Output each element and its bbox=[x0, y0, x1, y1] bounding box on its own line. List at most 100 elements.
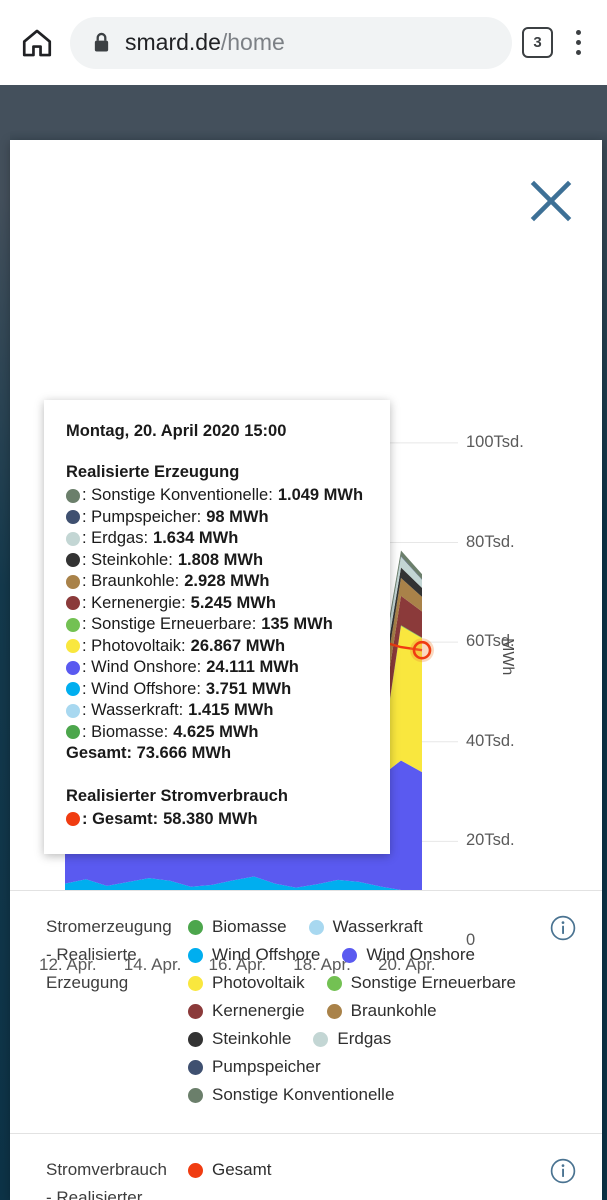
tooltip-row-value: 1.415 MWh bbox=[188, 701, 274, 719]
tooltip-total-value: 73.666 MWh bbox=[136, 744, 232, 762]
tooltip-generation-row: : Photovoltaik: 26.867 MWh bbox=[66, 636, 370, 658]
overflow-menu-icon[interactable] bbox=[563, 23, 593, 63]
tooltip-series-dot bbox=[66, 574, 80, 589]
tooltip-generation-section: Realisierte Erzeugung : Sonstige Konvent… bbox=[66, 463, 370, 765]
tooltip-consumption-title: Realisierter Stromverbrauch bbox=[66, 786, 288, 805]
tooltip-series-dot bbox=[66, 725, 80, 740]
tooltip-row-label: Pumpspeicher: bbox=[91, 507, 202, 526]
legend-entry[interactable]: Braunkohle bbox=[326, 1001, 437, 1021]
y-axis-title: MWh bbox=[499, 638, 516, 676]
tooltip-generation-rows: : Sonstige Konventionelle: 1.049 MWh: Pum… bbox=[66, 485, 370, 743]
legend-entry[interactable]: Kernenergie bbox=[188, 1001, 305, 1021]
tooltip-row-colon: : bbox=[82, 722, 92, 741]
tooltip-generation-row: : Steinkohle: 1.808 MWh bbox=[66, 550, 370, 572]
tooltip-row-colon: : bbox=[82, 658, 92, 676]
legend-color-dot bbox=[188, 1162, 203, 1178]
tooltip-generation-title: Realisierte Erzeugung bbox=[66, 463, 240, 481]
legend-label: Biomasse bbox=[212, 917, 287, 936]
tooltip-row-label: Braunkohle: bbox=[91, 572, 180, 590]
y-tick-label: 40Tsd. bbox=[466, 731, 515, 750]
info-icon[interactable] bbox=[550, 1158, 576, 1184]
tooltip-generation-row: : Erdgas: 1.634 MWh bbox=[66, 528, 370, 550]
tooltip-row-label: Photovoltaik: bbox=[91, 636, 186, 655]
tooltip-row-label: Wind Onshore: bbox=[91, 658, 202, 676]
tooltip-row-value: 1.634 MWh bbox=[153, 529, 239, 547]
tooltip-series-dot bbox=[66, 639, 80, 654]
legend-color-dot bbox=[326, 975, 342, 991]
tooltip-row-colon: : bbox=[82, 529, 92, 547]
legend-line: Wind Offshore Wind Onshore bbox=[188, 941, 576, 969]
tooltip-row-label: Wasserkraft: bbox=[91, 701, 184, 719]
legend-color-dot bbox=[188, 1003, 203, 1019]
legend-color-dot bbox=[188, 1059, 203, 1075]
tooltip-generation-row: : Kernenergie: 5.245 MWh bbox=[66, 593, 370, 615]
tooltip-row-value: 1.808 MWh bbox=[177, 550, 264, 569]
legend-entry[interactable]: Gesamt bbox=[188, 1160, 272, 1180]
legend-color-dot bbox=[188, 919, 203, 935]
tab-counter-button[interactable]: 3 bbox=[522, 27, 553, 58]
tooltip-row-colon: : bbox=[82, 486, 92, 504]
legend-entry[interactable]: Wind Offshore bbox=[188, 945, 320, 965]
tooltip-row-label: Erdgas: bbox=[91, 529, 149, 547]
tooltip-series-dot bbox=[66, 510, 80, 525]
legend-title-line: Stromverbrauch bbox=[46, 1160, 167, 1179]
tooltip-row-value: 2.928 MWh bbox=[184, 572, 270, 590]
legend-color-dot bbox=[188, 947, 203, 963]
tooltip-row-label: Kernenergie: bbox=[91, 593, 186, 612]
legend-title-line: - Realisierte bbox=[46, 945, 137, 964]
home-icon[interactable] bbox=[14, 20, 60, 66]
chart-area[interactable]: 0 20Tsd. 40Tsd. 60Tsd. 80Tsd. 100Tsd. 12. Apr… bbox=[10, 250, 602, 974]
modal-header bbox=[10, 140, 602, 250]
tooltip-row-value: 1.049 MWh bbox=[277, 486, 364, 504]
legend-color-dot bbox=[313, 1031, 329, 1047]
legend-line: Sonstige Konventionelle bbox=[188, 1081, 576, 1109]
chart-modal: 0 20Tsd. 40Tsd. 60Tsd. 80Tsd. 100Tsd. 12. Apr… bbox=[10, 140, 602, 1200]
tooltip-row-colon: : bbox=[82, 615, 92, 633]
tooltip-generation-row: : Wind Offshore: 3.751 MWh bbox=[66, 679, 370, 701]
tooltip-series-dot bbox=[66, 703, 80, 718]
tooltip-total-label: Gesamt: bbox=[66, 744, 133, 762]
tooltip-generation-row: : Wind Onshore: 24.111 MWh bbox=[66, 657, 370, 679]
legend-entry[interactable]: Biomasse bbox=[188, 917, 287, 937]
legend-title-line: - Realisierter bbox=[46, 1188, 143, 1200]
y-tick-label: 100Tsd. bbox=[466, 432, 524, 451]
legend-entry[interactable]: Wind Onshore bbox=[342, 945, 475, 965]
legend-entry[interactable]: Sonstige Konventionelle bbox=[188, 1085, 394, 1105]
close-icon[interactable] bbox=[522, 172, 580, 230]
legend-entry[interactable]: Sonstige Erneuerbare bbox=[326, 973, 516, 993]
url-text: smard.de/home bbox=[125, 29, 285, 55]
legend-entry[interactable]: Erdgas bbox=[313, 1029, 391, 1049]
tooltip-generation-row: : Pumpspeicher: 98 MWh bbox=[66, 507, 370, 529]
tooltip-row-colon: : bbox=[82, 636, 92, 655]
info-icon[interactable] bbox=[550, 915, 576, 941]
y-tick-label: 20Tsd. bbox=[466, 831, 515, 850]
legend-color-dot bbox=[308, 919, 324, 935]
tooltip-row-colon: : bbox=[82, 572, 92, 590]
tooltip-row-label: Wind Offshore: bbox=[91, 679, 201, 698]
legend-entry[interactable]: Wasserkraft bbox=[308, 917, 423, 937]
legend-entry[interactable]: Photovoltaik bbox=[188, 973, 305, 993]
legend-label: Wind Offshore bbox=[212, 945, 321, 964]
legend-consumption-block: Stromverbrauch - Realisierter Gesamt bbox=[10, 1133, 602, 1200]
legend-title-line: Stromerzeugung bbox=[46, 917, 172, 936]
tooltip-row-value: 26.867 MWh bbox=[190, 636, 286, 655]
legend-entry[interactable]: Steinkohle bbox=[188, 1029, 291, 1049]
y-tick-label: 80Tsd. bbox=[466, 532, 515, 551]
tooltip-generation-row: : Sonstige Konventionelle: 1.049 MWh bbox=[66, 485, 370, 507]
legend-line: Kernenergie Braunkohle bbox=[188, 997, 576, 1025]
legend-label: Steinkohle bbox=[212, 1029, 292, 1048]
legend-line: Biomasse Wasserkraft bbox=[188, 913, 576, 941]
tooltip-generation-row: : Sonstige Erneuerbare: 135 MWh bbox=[66, 614, 370, 636]
address-bar[interactable]: smard.de/home bbox=[70, 16, 512, 69]
tooltip-generation-total: Gesamt: 73.666 MWh bbox=[66, 743, 370, 765]
legend-color-dot bbox=[326, 1003, 342, 1019]
legend-consumption-title: Stromverbrauch - Realisierter bbox=[46, 1156, 188, 1200]
legend-label: Pumpspeicher bbox=[212, 1057, 321, 1076]
legend-line: Gesamt bbox=[188, 1156, 576, 1184]
page-backdrop-edge bbox=[0, 85, 10, 1200]
legend-entry[interactable]: Pumpspeicher bbox=[188, 1057, 321, 1077]
legend-label: Photovoltaik bbox=[212, 973, 305, 992]
tooltip-generation-row: : Wasserkraft: 1.415 MWh bbox=[66, 700, 370, 722]
tab-count-label: 3 bbox=[533, 34, 542, 51]
legend-color-dot bbox=[188, 1031, 203, 1047]
